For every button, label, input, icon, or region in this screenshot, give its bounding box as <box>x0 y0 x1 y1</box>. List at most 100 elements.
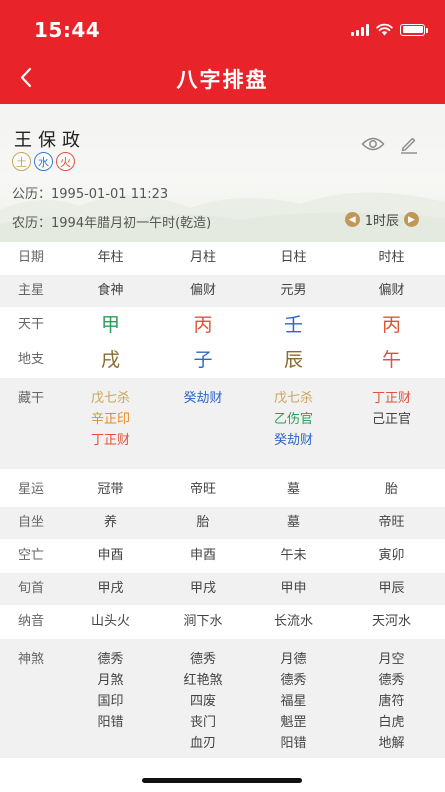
row-label: 藏干 <box>17 391 44 406</box>
heavenly-stem-hour: 丙 <box>381 314 401 336</box>
self-seat-row: 自坐 养 胎 墓 帝旺 <box>0 507 445 540</box>
shensha-item: 国印 <box>97 694 124 709</box>
hidden-stem-item: 乙伤官 <box>273 412 313 427</box>
shensha-item: 唐符 <box>378 694 405 709</box>
table-cell: 帝旺 <box>378 515 405 530</box>
hour-label: 1时辰 <box>364 214 399 229</box>
row-label: 纳音 <box>17 614 44 629</box>
element-badge-earth: 土 <box>12 152 31 171</box>
table-cell: 甲戌 <box>97 581 124 596</box>
shensha-item: 阳错 <box>97 715 124 730</box>
row-label: 星运 <box>17 482 44 497</box>
profile-card: 王保政 土 水 火 公历：1995-01-01 11:23 农历：1994年腊月… <box>0 104 445 242</box>
star-fortune-row: 星运 冠带 帝旺 墓 胎 <box>0 470 445 507</box>
earthly-branch-year: 戌 <box>100 349 120 371</box>
shensha-item: 血刃 <box>189 736 216 751</box>
pencil-icon <box>401 137 417 154</box>
shensha-item: 德秀 <box>280 673 307 688</box>
row-label: 主星 <box>17 283 44 298</box>
table-cell: 甲申 <box>280 581 307 596</box>
shensha-item: 魁罡 <box>280 715 307 730</box>
row-label: 神煞 <box>17 652 44 667</box>
shensha-item: 红艳煞 <box>183 673 223 688</box>
shensha-item: 福星 <box>280 694 307 709</box>
element-badge-water: 水 <box>34 152 53 171</box>
hidden-stem-item: 丁正财 <box>90 433 130 448</box>
status-time: 15:44 <box>34 18 101 42</box>
table-cell: 申酉 <box>189 548 216 563</box>
table-cell: 偏财 <box>189 283 216 298</box>
shensha-row: 神煞 德秀 月煞 国印 阳错 德秀 红艳煞 四废 丧门 血刃 月德 德秀 福星 … <box>0 639 445 759</box>
table-cell: 涧下水 <box>183 614 223 629</box>
shensha-item: 月空 <box>378 652 405 667</box>
row-label: 日期 <box>17 250 44 265</box>
battery-icon <box>400 23 428 36</box>
edit-button[interactable] <box>399 134 419 158</box>
column-header-day: 日柱 <box>280 250 307 265</box>
page-title: 八字排盘 <box>176 68 269 92</box>
next-hour-button[interactable]: ▶ <box>404 212 419 227</box>
header-row: 日期 年柱 月柱 日柱 时柱 <box>0 242 445 275</box>
solar-date-line: 公历：1995-01-01 11:23 <box>12 183 168 202</box>
table-cell: 午未 <box>280 548 307 563</box>
heavenly-stem-day: 壬 <box>283 314 303 336</box>
earthly-branch-day: 辰 <box>283 349 303 371</box>
solar-label: 公历： <box>12 187 52 202</box>
shensha-item: 四废 <box>189 694 216 709</box>
status-icons <box>351 23 428 36</box>
table-cell: 申酉 <box>97 548 124 563</box>
table-cell: 长流水 <box>273 614 313 629</box>
row-label: 天干 <box>17 317 44 332</box>
view-button[interactable] <box>361 136 385 156</box>
hidden-stem-item: 癸劫财 <box>273 433 313 448</box>
shensha-item: 白虎 <box>378 715 405 730</box>
table-cell: 胎 <box>384 482 398 497</box>
hidden-stem-item: 己正官 <box>371 412 411 427</box>
table-cell: 山头火 <box>90 614 130 629</box>
hidden-stem-item: 辛正印 <box>90 412 130 427</box>
column-header-year: 年柱 <box>97 250 124 265</box>
table-cell: 元男 <box>280 283 307 298</box>
prev-hour-button[interactable]: ◀ <box>344 212 360 227</box>
home-bar-area <box>0 758 445 792</box>
table-cell: 甲辰 <box>378 581 405 596</box>
home-indicator[interactable] <box>142 778 302 783</box>
earthly-branch-month: 子 <box>193 349 213 371</box>
nayin-row: 纳音 山头火 涧下水 长流水 天河水 <box>0 606 445 639</box>
table-cell: 墓 <box>286 515 300 530</box>
shensha-item: 德秀 <box>97 652 124 667</box>
lunar-label: 农历： <box>12 216 52 231</box>
table-cell: 偏财 <box>378 283 405 298</box>
wifi-icon <box>376 23 393 36</box>
column-header-month: 月柱 <box>189 250 216 265</box>
shensha-item: 德秀 <box>378 673 405 688</box>
table-cell: 寅卯 <box>378 548 405 563</box>
shensha-item: 德秀 <box>189 652 216 667</box>
chevron-right-circle-icon: ▶ <box>408 214 415 225</box>
shensha-month: 德秀 红艳煞 四废 丧门 血刃 <box>159 639 247 758</box>
profile-name: 王保政 <box>14 130 86 151</box>
shensha-item: 月煞 <box>97 673 124 688</box>
lunar-date-line: 农历：1994年腊月初一午时(乾造) <box>12 212 211 231</box>
table-cell: 甲戌 <box>189 581 216 596</box>
eye-icon <box>361 137 385 151</box>
hour-switcher: ◀ 1时辰 ▶ <box>344 210 419 229</box>
table-cell: 胎 <box>196 515 210 530</box>
hidden-stem-item: 戊七杀 <box>90 391 130 406</box>
row-label: 空亡 <box>17 548 44 563</box>
heavenly-stem-year: 甲 <box>100 314 120 336</box>
table-cell: 冠带 <box>97 482 124 497</box>
shensha-day: 月德 德秀 福星 魁罡 阳错 <box>247 639 340 758</box>
bazi-chart: 日期 年柱 月柱 日柱 时柱 主星 食神 偏财 元男 偏财 天干 甲 丙 壬 丙… <box>0 242 445 759</box>
table-cell: 养 <box>103 515 117 530</box>
earthly-branches-row: 地支 戌 子 辰 午 <box>0 343 445 378</box>
earthly-branch-hour: 午 <box>381 349 401 371</box>
row-label: 旬首 <box>17 581 44 596</box>
five-elements: 土 水 火 <box>12 152 75 171</box>
hidden-stem-item: 戊七杀 <box>273 391 313 406</box>
hidden-stem-item: 丁正财 <box>371 391 411 406</box>
signal-icon <box>351 23 369 36</box>
shensha-item: 地解 <box>378 736 405 751</box>
table-cell: 墓 <box>286 482 300 497</box>
element-badge-fire: 火 <box>56 152 75 171</box>
